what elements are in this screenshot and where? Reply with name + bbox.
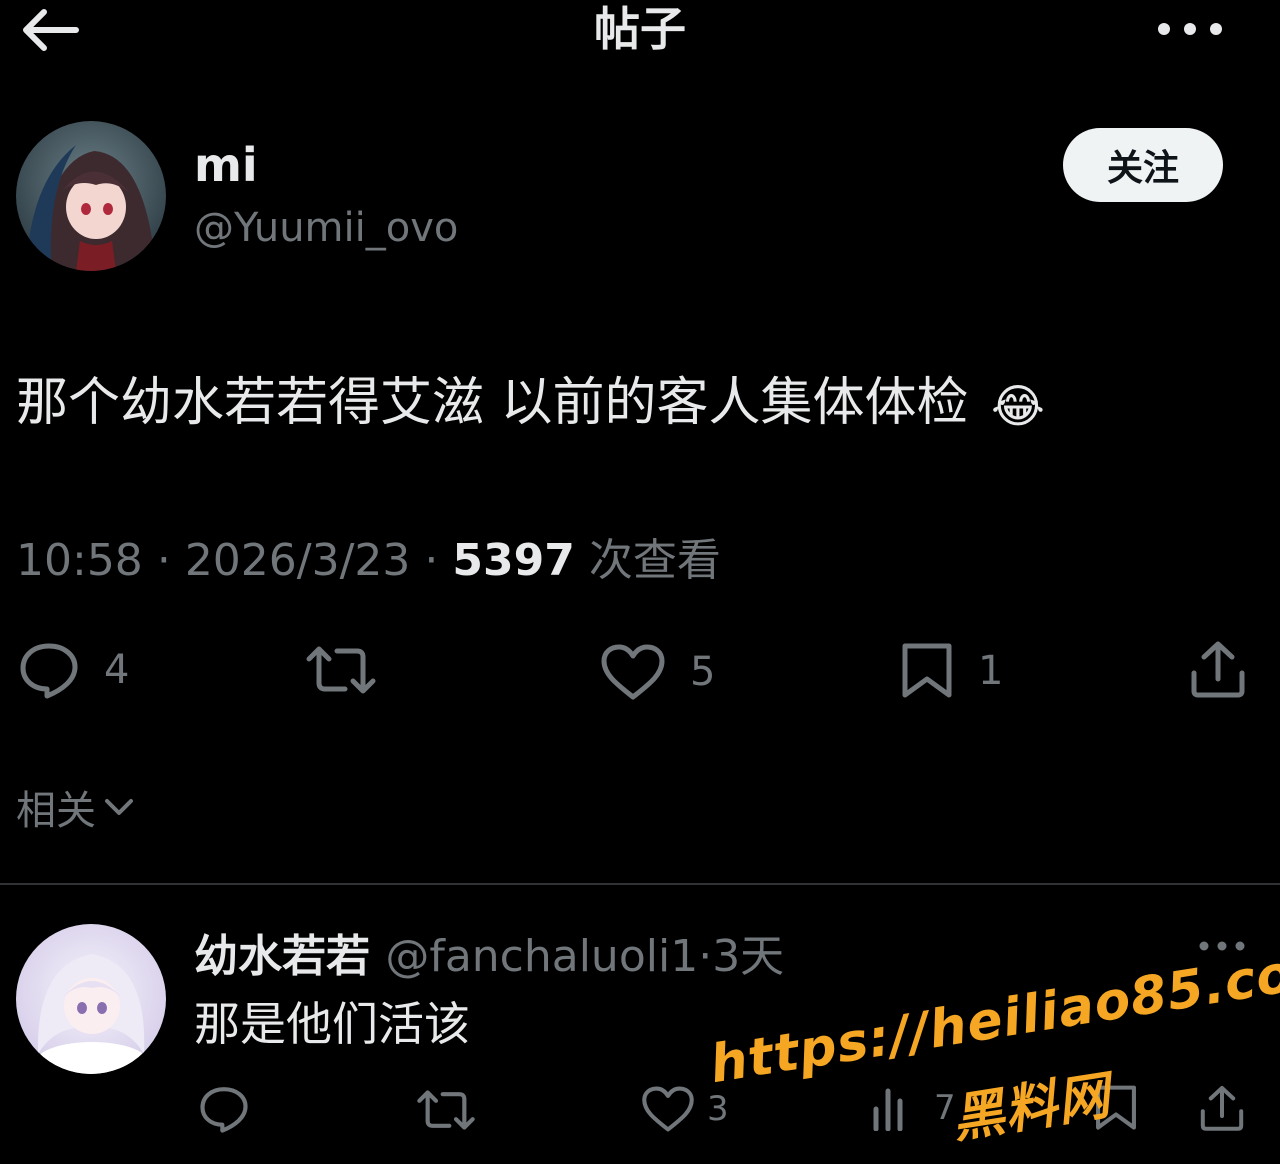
reply-retweet-action[interactable] xyxy=(416,1087,500,1133)
post-text-content: 那个幼水若若得艾滋 以前的客人集体体检 xyxy=(16,373,969,433)
anime-avatar-image xyxy=(16,924,166,1074)
post-time: 10:58 xyxy=(16,535,143,586)
retweet-icon xyxy=(417,1090,475,1130)
retweet-action[interactable] xyxy=(305,643,401,697)
views-count: 5397 xyxy=(452,535,575,586)
chevron-down-icon xyxy=(105,799,133,815)
views-label: 次查看 xyxy=(588,535,721,586)
reply-views-action[interactable]: 7 xyxy=(870,1085,956,1131)
like-count: 5 xyxy=(690,649,716,695)
bookmark-count: 1 xyxy=(978,648,1004,694)
post-meta: 10:58 · 2026/3/23 · 5397 次查看 xyxy=(16,524,721,588)
retweet-icon xyxy=(306,646,376,694)
reply-separator: · xyxy=(698,931,713,982)
heart-icon xyxy=(601,644,665,700)
follow-button[interactable]: 关注 xyxy=(1063,128,1223,202)
meta-separator: · xyxy=(424,535,439,586)
reply-avatar[interactable] xyxy=(16,924,166,1074)
anime-avatar-image xyxy=(16,121,166,271)
reply-time: 3天 xyxy=(712,931,785,982)
author-avatar[interactable] xyxy=(16,121,166,271)
reply-action[interactable]: 4 xyxy=(18,641,129,699)
related-toggle[interactable]: 相关 xyxy=(16,778,136,836)
laughing-emoji-icon: 😂 xyxy=(991,379,1045,433)
like-action[interactable]: 5 xyxy=(600,643,715,701)
bar-chart-icon xyxy=(873,1088,903,1131)
share-icon xyxy=(1200,1086,1244,1131)
heart-icon xyxy=(642,1086,694,1132)
author-handle[interactable]: @Yuumii_ovo xyxy=(194,205,458,251)
share-icon xyxy=(1191,641,1245,698)
post-text: 那个幼水若若得艾滋 以前的客人集体体检 😂 xyxy=(16,360,1045,435)
reply-icon xyxy=(200,1087,248,1133)
reply-icon xyxy=(20,643,78,699)
reply-count: 4 xyxy=(104,647,130,693)
reply-reply-action[interactable] xyxy=(198,1085,274,1133)
reply-author-handle[interactable]: @fanchaluoli1 xyxy=(385,931,698,982)
share-action[interactable] xyxy=(1188,639,1272,699)
divider xyxy=(0,883,1280,885)
page-title: 帖子 xyxy=(594,2,686,56)
meta-separator: · xyxy=(156,535,171,586)
reply-share-action[interactable] xyxy=(1198,1083,1270,1133)
post-date: 2026/3/23 xyxy=(184,535,411,586)
related-label: 相关 xyxy=(16,788,96,834)
bookmark-action[interactable]: 1 xyxy=(900,641,1003,701)
more-options-button[interactable] xyxy=(1152,12,1228,46)
more-horizontal-icon xyxy=(1158,23,1222,35)
author-name[interactable]: mi xyxy=(194,138,258,192)
bookmark-icon xyxy=(902,643,952,698)
watermark-site: 黑料网 xyxy=(948,1065,1115,1151)
reply-text: 那是他们活该 xyxy=(194,997,470,1051)
reply-like-count: 3 xyxy=(707,1089,729,1129)
reply-author-name[interactable]: 幼水若若 xyxy=(194,931,370,982)
reply-header: 幼水若若 @fanchaluoli1·3天 xyxy=(194,920,784,984)
